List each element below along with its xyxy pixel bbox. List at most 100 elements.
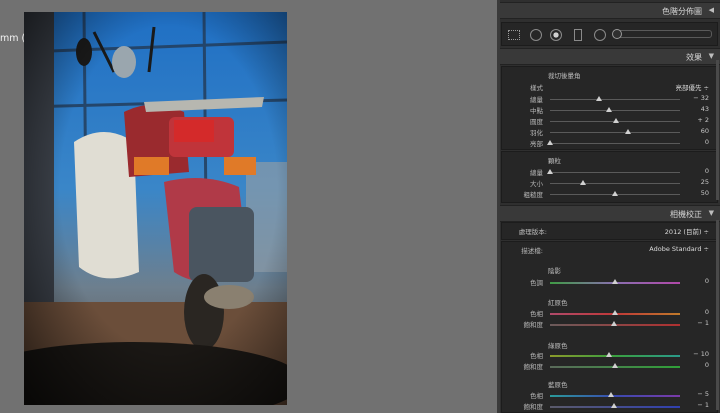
section-toggle-icon[interactable]: ▼: [709, 209, 714, 217]
slider-label: 色相: [530, 392, 543, 400]
slider-value[interactable]: 25: [701, 178, 709, 186]
slider-value[interactable]: − 5: [697, 390, 709, 398]
slider-thumb[interactable]: [596, 96, 603, 101]
slider-value[interactable]: 0: [705, 138, 709, 146]
slider-label: 中點: [530, 107, 543, 115]
red-primary-title: 紅原色: [548, 299, 568, 307]
slider-track[interactable]: [550, 310, 680, 315]
effects-scrollbar[interactable]: [716, 60, 719, 200]
slider-thumb[interactable]: [579, 180, 586, 185]
slider-value[interactable]: 60: [701, 127, 709, 135]
slider-track[interactable]: [550, 180, 680, 185]
slider-label: 粗糙度: [523, 191, 544, 199]
slider-track[interactable]: [550, 352, 680, 357]
slider-row: 飽和度 − 1: [502, 319, 717, 329]
slider-thumb[interactable]: [610, 403, 617, 408]
slider-track[interactable]: [550, 392, 680, 397]
slider-track[interactable]: [550, 321, 680, 326]
slider-value[interactable]: 43: [701, 105, 709, 113]
process-select[interactable]: 2012 (目前) ÷: [665, 226, 709, 236]
slider-track[interactable]: [550, 191, 680, 196]
brush-icon[interactable]: [612, 29, 622, 39]
slider-label: 色相: [530, 310, 543, 318]
crop-grid-icon[interactable]: [508, 30, 520, 40]
slider-label: 總量: [530, 169, 543, 177]
slider-track[interactable]: [550, 279, 680, 284]
slider-value[interactable]: 50: [701, 189, 709, 197]
slider-thumb[interactable]: [605, 107, 612, 112]
profile-select[interactable]: Adobe Standard ÷: [649, 245, 709, 253]
slider-value[interactable]: 0: [705, 308, 709, 316]
slider-value[interactable]: 0: [705, 167, 709, 175]
style-select[interactable]: 亮部優先 ÷: [675, 82, 709, 92]
graduated-filter-icon[interactable]: [574, 29, 582, 41]
slider-thumb[interactable]: [610, 321, 617, 326]
calibration-title: 相機校正: [670, 210, 702, 219]
tool-strip: [501, 22, 718, 46]
slider-row: 色相 − 5: [502, 390, 717, 400]
green-primary-title: 綠原色: [548, 342, 568, 350]
collapse-icon[interactable]: ◀: [709, 6, 714, 14]
vignette-group: 裁切後暈角 樣式 亮部優先 ÷ 總量 − 32 中點 43 圓度 + 2 羽化 60 亮部 0: [501, 66, 718, 150]
slider-track[interactable]: [547, 169, 680, 174]
slider-row: 色相 − 10: [502, 350, 717, 360]
slider-track[interactable]: [550, 363, 680, 368]
photo-preview[interactable]: [24, 12, 287, 405]
slider-label: 色相: [530, 352, 543, 360]
slider-value[interactable]: 0: [705, 277, 709, 285]
motorcycle-photo: [24, 12, 287, 405]
slider-row: 飽和度 − 1: [502, 401, 717, 411]
style-label: 樣式: [530, 84, 543, 92]
slider-value[interactable]: − 10: [693, 350, 709, 358]
slider-thumb[interactable]: [547, 140, 553, 145]
process-label: 處理版本:: [518, 228, 547, 236]
slider-thumb[interactable]: [612, 363, 618, 368]
calibration-scrollbar[interactable]: [716, 220, 719, 410]
section-toggle-icon[interactable]: ▼: [709, 52, 714, 60]
slider-track[interactable]: [550, 129, 680, 134]
slider-thumb[interactable]: [547, 169, 553, 174]
slider-label: 亮部: [530, 140, 543, 148]
slider-label: 飽和度: [523, 363, 544, 371]
shadows-title: 陰影: [548, 267, 561, 275]
slider-thumb[interactable]: [612, 191, 618, 196]
effects-title: 效果: [686, 53, 702, 62]
radial-filter-icon[interactable]: [594, 29, 606, 41]
slider-thumb[interactable]: [612, 310, 618, 315]
slider-value[interactable]: − 1: [697, 401, 709, 409]
develop-right-panel: 色階分佈圖 ◀ 效果 ▼ 裁切後暈角 樣式 亮部優先 ÷ 總量 − 32 中點 43 圓…: [500, 0, 720, 413]
slider-track[interactable]: [550, 403, 680, 408]
histogram-header[interactable]: 色階分佈圖 ◀: [500, 2, 720, 19]
profile-group: 描述檔: Adobe Standard ÷ 陰影 紅原色 綠原色 藍原色 色調 0…: [501, 241, 718, 413]
slider-thumb[interactable]: [612, 279, 618, 284]
slider-track[interactable]: [550, 118, 680, 123]
slider-value[interactable]: − 1: [697, 319, 709, 327]
slider-value[interactable]: 0: [705, 361, 709, 369]
slider-row: 飽和度 0: [502, 361, 717, 371]
red-eye-icon[interactable]: [550, 29, 562, 41]
slider-track[interactable]: [550, 107, 680, 112]
blue-primary-title: 藍原色: [548, 381, 568, 389]
slider-label: 總量: [530, 96, 543, 104]
slider-label: 圓度: [530, 118, 543, 126]
slider-track[interactable]: [550, 96, 680, 101]
slider-thumb[interactable]: [625, 129, 631, 134]
slider-value[interactable]: − 32: [693, 94, 709, 102]
photo-canvas: mm (FE 55mm F1.8 ZA): [0, 0, 497, 413]
slider-row: 亮部 0: [502, 138, 717, 148]
slider-value[interactable]: + 2: [697, 116, 709, 124]
slider-label: 飽和度: [523, 403, 544, 411]
slider-thumb[interactable]: [605, 352, 612, 357]
process-group: 處理版本: 2012 (目前) ÷: [501, 222, 718, 240]
spot-removal-icon[interactable]: [530, 29, 542, 41]
slider-track[interactable]: [547, 140, 680, 145]
slider-thumb[interactable]: [613, 118, 620, 123]
calibration-header[interactable]: 相機校正 ▼: [500, 205, 720, 222]
slider-row: 總量 0: [502, 167, 717, 177]
grain-group: 顆粒 總量 0 大小 25 粗糙度 50: [501, 151, 718, 203]
slider-thumb[interactable]: [608, 392, 615, 397]
slider-row: 總量 − 32: [502, 94, 717, 104]
adjustment-brush-slider[interactable]: [612, 29, 712, 39]
slider-row: 粗糙度 50: [502, 189, 717, 199]
effects-header[interactable]: 效果 ▼: [500, 48, 720, 65]
